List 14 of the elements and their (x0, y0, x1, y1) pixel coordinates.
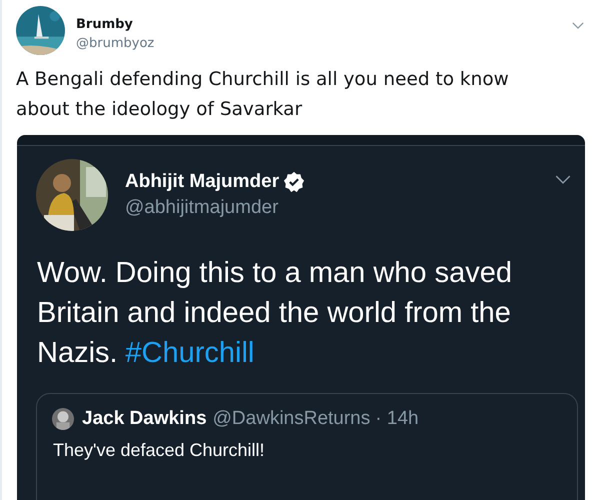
tweet-text: Wow. Doing this to a man who saved Britain and indeed the world from the Nazis. #Churchill (37, 256, 513, 371)
user-handle[interactable]: @brumbyoz (76, 34, 572, 54)
user-handle[interactable]: @abhijitmajumder (125, 195, 555, 221)
chevron-down-icon[interactable] (572, 22, 584, 29)
hashtag-link[interactable]: #Churchill (125, 337, 254, 369)
quoted-tweet[interactable]: Jack Dawkins @DawkinsReturns · 14h They've defaced Churchill! (36, 393, 578, 500)
user-name[interactable]: Brumby (76, 16, 572, 34)
user-handle[interactable]: @DawkinsReturns (212, 408, 370, 430)
chevron-down-icon[interactable] (555, 175, 571, 184)
user-name[interactable]: Abhijit Majumder (125, 169, 280, 195)
tweet-text: A Bengali defending Churchill is all you need to know about the ideology of Savarkar (16, 68, 510, 122)
timestamp[interactable]: · 14h (375, 408, 419, 430)
quoted-text: They've defaced Churchill! (53, 440, 266, 461)
user-name[interactable]: Jack Dawkins (82, 408, 207, 430)
